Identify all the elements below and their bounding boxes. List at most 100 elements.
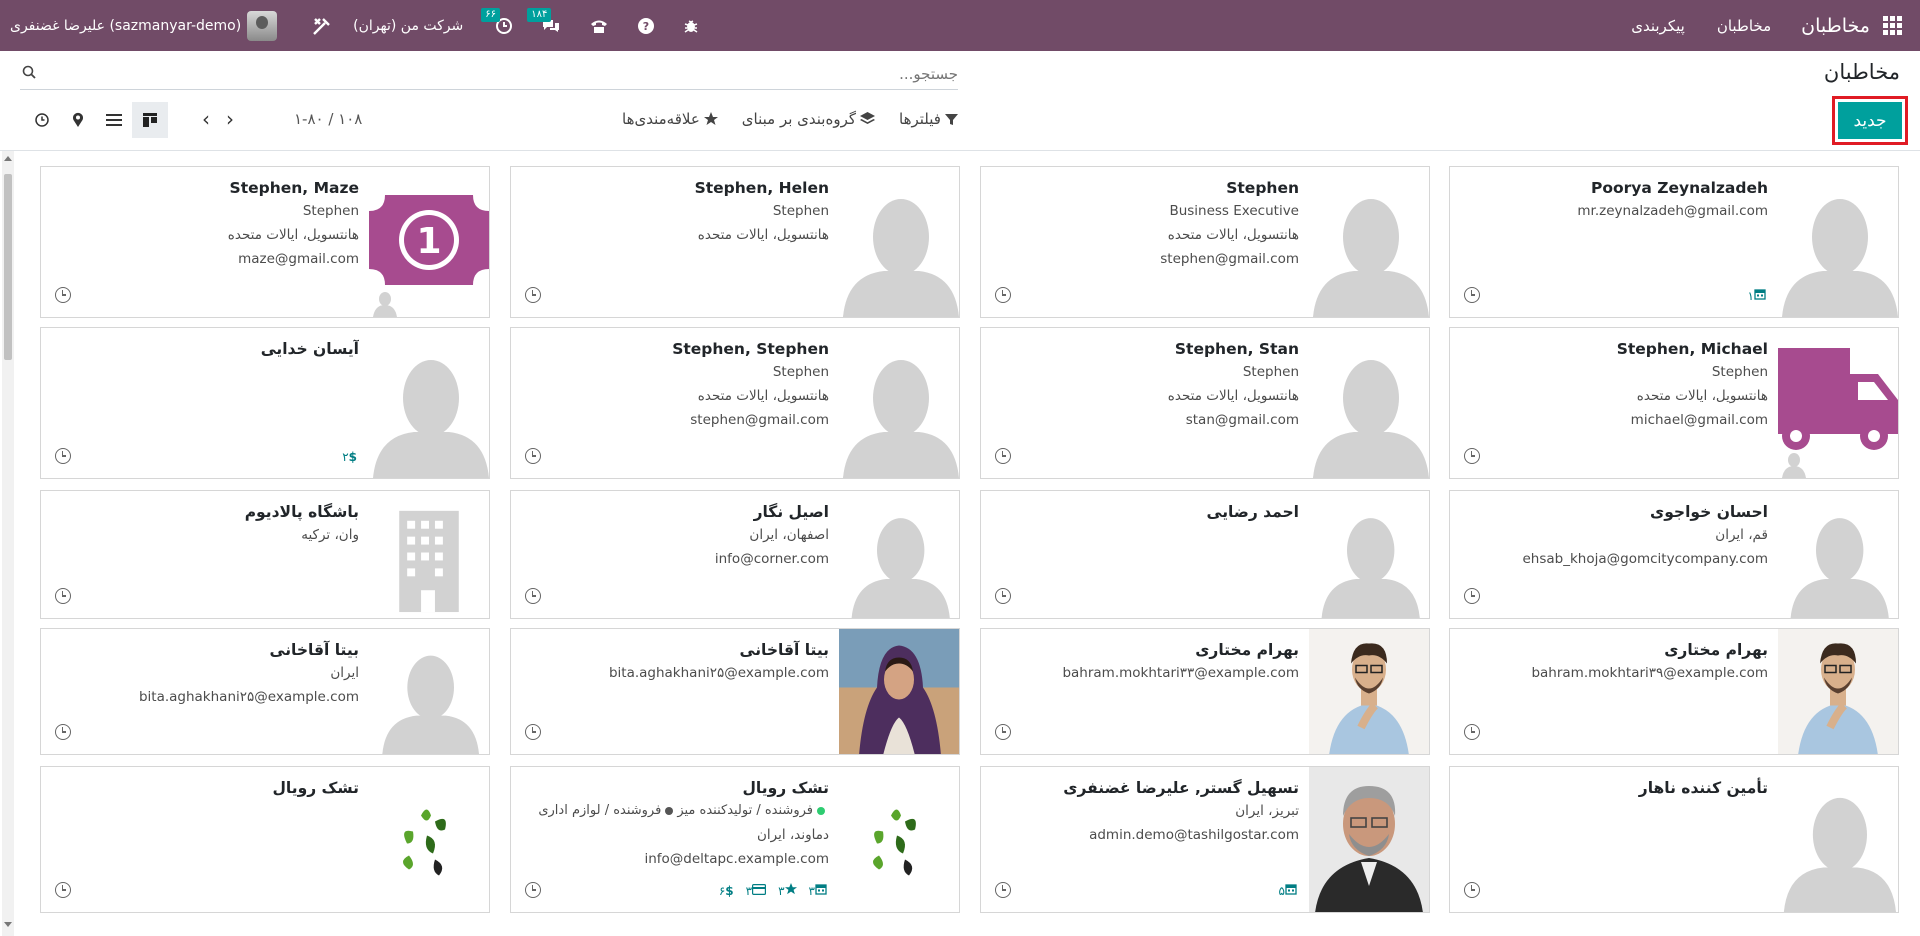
activity-clock-icon[interactable]	[1464, 882, 1480, 898]
company-switcher[interactable]: شرکت من (تهران)	[353, 18, 463, 34]
contact-info-line: bita.aghakhani۲۵@example.com	[138, 689, 359, 705]
user-menu-name[interactable]: علیرضا غضنفری (sazmanyar-demo)	[10, 18, 241, 34]
contact-card[interactable]: آیسان خدایی $۲	[40, 327, 490, 479]
contact-card[interactable]: احسان خواجوی قم، ایران ehsab_khoja@gomcity…	[1449, 490, 1899, 619]
contact-card[interactable]: باشگاه پالادیوم وان، ترکیه	[40, 490, 490, 619]
apps-grid-icon[interactable]	[1882, 15, 1902, 36]
activity-clock-icon[interactable]	[1464, 588, 1480, 604]
contact-name: تشک رویال	[272, 779, 359, 797]
contact-card[interactable]: Poorya Zeynalzadeh mr.zeynalzadeh@gmail.c…	[1449, 166, 1899, 318]
user-avatar[interactable]	[247, 10, 278, 41]
dollar-icon: $	[348, 450, 357, 464]
activity-clock-icon[interactable]	[55, 588, 71, 604]
activity-clock-icon[interactable]	[525, 287, 541, 303]
stat-badge[interactable]: ۳	[746, 884, 768, 898]
stat-badge[interactable]: $۶	[719, 884, 736, 898]
activity-clock-icon[interactable]	[55, 724, 71, 740]
scroll-down-icon[interactable]	[4, 922, 12, 927]
activity-clock-icon[interactable]	[995, 882, 1011, 898]
contact-card[interactable]: اصیل نگار اصفهان، ایران info@corner.com	[510, 490, 960, 619]
groupby-toggle[interactable]: گروه‌بندی بر مبنای	[742, 110, 876, 128]
activity-clock-icon[interactable]	[525, 724, 541, 740]
favorites-toggle[interactable]: علاقه‌مندی‌ها	[622, 110, 718, 128]
stat-badge[interactable]: ۳	[809, 883, 829, 898]
contact-card[interactable]: تأمین کننده ناهار	[1449, 766, 1899, 913]
activity-clock-icon[interactable]	[55, 287, 71, 303]
contact-card[interactable]: Stephen, Stephen Stephen هانتسویل، ایالات …	[510, 327, 960, 479]
stat-value: ۱	[1747, 288, 1754, 303]
contact-card[interactable]: Stephen Business Executive هانتسویل، ایالا…	[980, 166, 1430, 318]
list-view-icon[interactable]	[96, 102, 132, 138]
contact-image	[1778, 491, 1898, 618]
map-view-icon[interactable]	[60, 102, 96, 138]
help-icon[interactable]: ?	[637, 17, 655, 35]
contact-details: Poorya Zeynalzadeh mr.zeynalzadeh@gmail.c…	[1462, 177, 1768, 223]
contact-card[interactable]: بهرام مختاری bahram.mokhtari۳۳@example.co…	[980, 628, 1430, 755]
stat-value: ۵	[1278, 883, 1285, 898]
star-icon	[703, 112, 718, 125]
contact-card[interactable]: 1 Stephen, Maze Stephen هانتسویل، ایالات مت…	[40, 166, 490, 318]
contact-card[interactable]: بهرام مختاری bahram.mokhtari۳۹@example.co…	[1449, 628, 1899, 755]
stat-badge[interactable]: ۵	[1279, 883, 1299, 898]
phone-icon[interactable]	[589, 17, 609, 35]
contact-card[interactable]: احمد رضایی	[980, 490, 1430, 619]
messages-icon[interactable]: ۱۸۴	[527, 7, 561, 35]
scroll-up-icon[interactable]	[4, 156, 12, 161]
contact-card[interactable]: تشک رویال فروشنده / تولیدکننده میزفروشنده…	[510, 766, 960, 913]
contact-card[interactable]: Stephen, Michael Stephen هانتسویل، ایالات …	[1449, 327, 1899, 479]
pager-previous-icon[interactable]: ‹	[196, 107, 216, 131]
debug-icon[interactable]	[683, 18, 699, 34]
contact-name: تسهیل گستر, علیرضا غضنفری	[1063, 779, 1299, 797]
stat-badge[interactable]: $۲	[342, 450, 359, 464]
activity-badge: ۶۶	[481, 7, 501, 22]
activity-clock-icon[interactable]	[995, 724, 1011, 740]
activity-clock-icon[interactable]	[525, 882, 541, 898]
contact-info-line: michael@gmail.com	[1630, 412, 1768, 428]
stat-value: ۶	[718, 883, 726, 898]
activity-icon[interactable]: ۶۶	[481, 7, 513, 35]
menu-configuration[interactable]: پیکربندی	[1631, 17, 1685, 35]
contact-name: Stephen, Michael	[1616, 340, 1768, 358]
activity-clock-icon[interactable]	[55, 882, 71, 898]
tools-icon[interactable]	[311, 15, 333, 37]
activity-clock-icon[interactable]	[995, 588, 1011, 604]
activity-clock-icon[interactable]	[1464, 287, 1480, 303]
new-button[interactable]: جدید	[1838, 102, 1902, 139]
contact-details: Stephen, Michael Stephen هانتسویل، ایالات …	[1462, 338, 1768, 432]
contact-card[interactable]: Stephen, Helen Stephen هانتسویل، ایالات مت…	[510, 166, 960, 318]
contact-card[interactable]: Stephen, Stan Stephen هانتسویل، ایالات متح…	[980, 327, 1430, 479]
contact-image	[1309, 629, 1429, 754]
contact-name: Stephen	[1226, 179, 1299, 197]
card-icon	[752, 883, 767, 898]
stat-badge[interactable]: ۱	[1748, 288, 1768, 303]
stat-value: ۳	[745, 883, 753, 898]
search-input[interactable]	[58, 59, 958, 88]
activity-clock-icon[interactable]	[995, 287, 1011, 303]
activity-view-icon[interactable]	[24, 102, 60, 138]
contact-card[interactable]: تشک رویال	[40, 766, 490, 913]
stat-badge[interactable]: ۳	[778, 883, 798, 898]
menu-contacts[interactable]: مخاطبان	[1717, 17, 1771, 35]
app-brand[interactable]: مخاطبان	[1801, 15, 1870, 37]
activity-clock-icon[interactable]	[525, 588, 541, 604]
filters-toggle[interactable]: فیلترها	[899, 110, 958, 128]
contact-card[interactable]: تسهیل گستر, علیرضا غضنفری تبریز، ایران adm…	[980, 766, 1430, 913]
pager-next-icon[interactable]: ›	[220, 107, 240, 131]
contact-details: احسان خواجوی قم، ایران ehsab_khoja@gomcity…	[1462, 501, 1769, 571]
activity-clock-icon[interactable]	[55, 448, 71, 464]
scrollbar-thumb[interactable]	[4, 174, 12, 360]
kanban-view-icon[interactable]	[132, 102, 168, 138]
pager-value[interactable]: ۱-۸۰ / ۱۰۸	[294, 110, 362, 128]
activity-clock-icon[interactable]	[525, 448, 541, 464]
svg-text:?: ?	[643, 20, 649, 33]
activity-clock-icon[interactable]	[995, 448, 1011, 464]
search-icon[interactable]	[22, 65, 36, 79]
contact-card[interactable]: بیتا آقاخانی ایران bita.aghakhani۲۵@exampl…	[40, 628, 490, 755]
contact-name: بهرام مختاری	[1195, 641, 1299, 659]
activity-clock-icon[interactable]	[1464, 724, 1480, 740]
activity-clock-icon[interactable]	[1464, 448, 1480, 464]
tag-label: فروشنده / تولیدکننده میز	[677, 803, 813, 818]
svg-text:1: 1	[416, 221, 441, 262]
contact-card[interactable]: بیتا آقاخانی bita.aghakhani۲۵@example.com	[510, 628, 960, 755]
stat-value: ۳	[778, 883, 785, 898]
